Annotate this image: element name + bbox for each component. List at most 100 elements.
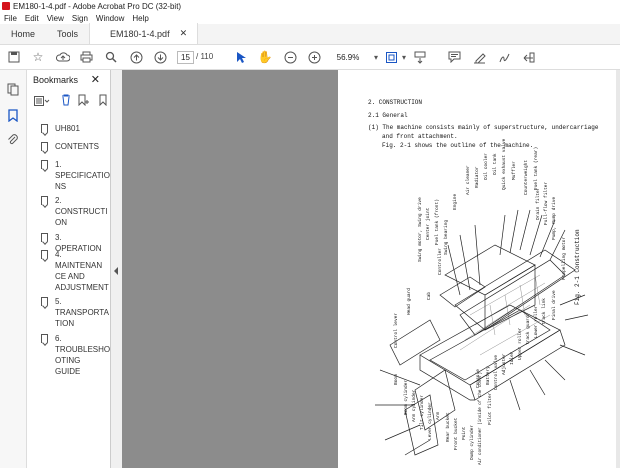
tab-bar: Home Tools EM180-1-4.pdf ✕ (0, 23, 620, 45)
figure-label: Swing motor, Swing drive (418, 197, 423, 262)
figure-label: Cab (427, 291, 432, 300)
figure-label: Battery (486, 366, 491, 385)
bookmark-label: 2. CONSTRUCTI ON (55, 196, 108, 227)
figure-label: Boom (394, 374, 399, 385)
bookmarks-panel: Bookmarks ✕ UH801 CONTENTS 1. SPECIFICATI… (27, 70, 111, 468)
hand-tool-icon[interactable]: ✋ (257, 49, 273, 65)
figure-label: Head guard (407, 287, 412, 315)
figure-label: Center joint (426, 207, 431, 240)
upload-icon[interactable] (55, 49, 71, 65)
figure-label: Final drive (552, 290, 557, 320)
figure-label: Control lever (394, 312, 399, 348)
figure-label: Fuel tank (front) (435, 199, 440, 245)
paragraph-line: Fig. 2-1 shows the outline of the machin… (382, 142, 534, 149)
figure-label: Dump cylinder (470, 424, 475, 460)
comment-icon[interactable] (446, 49, 462, 65)
page-number-input[interactable]: 15 (177, 51, 194, 64)
pdf-page: 2. CONSTRUCTION 2.1 General (1) The mach… (338, 70, 620, 468)
bookmark-label: CONTENTS (55, 142, 99, 151)
paragraph-line: and front attachment. (382, 133, 458, 140)
bookmark-label: UH801 (55, 124, 80, 133)
previous-page-icon[interactable] (128, 49, 144, 65)
figure-label: Engine (453, 193, 458, 210)
tab-home[interactable]: Home (0, 23, 46, 44)
fit-dropdown-icon[interactable]: ▾ (396, 49, 412, 65)
figure-label: Muffler (512, 161, 517, 180)
bookmarks-header: Bookmarks ✕ (27, 70, 110, 90)
figure-label: Control valve (494, 354, 499, 390)
page-heading: 2. CONSTRUCTION (368, 99, 423, 106)
vertical-scrollbar[interactable] (616, 70, 620, 468)
page-thumbnails-icon[interactable] (6, 82, 20, 96)
figure-label: Swing bearing (444, 219, 449, 255)
zoom-out-icon[interactable] (282, 49, 298, 65)
menu-file[interactable]: File (4, 14, 17, 23)
bookmark-icon (41, 233, 48, 242)
options-menu-icon[interactable] (34, 95, 50, 109)
menu-sign[interactable]: Sign (72, 14, 88, 23)
figure-label: Rear bucket (446, 412, 451, 442)
figure-caption: Fig. 2-1 Construction (574, 229, 581, 305)
menu-help[interactable]: Help (132, 14, 148, 23)
panel-splitter[interactable] (111, 70, 122, 468)
window-title: EM180-1-4.pdf - Adobe Acrobat Pro DC (32… (13, 1, 182, 11)
figure-label: Fuel tank (rear) (534, 146, 539, 190)
collapse-panel-icon[interactable] (114, 267, 118, 275)
bookmark-icon (41, 160, 48, 169)
new-bookmark-icon[interactable] (78, 94, 90, 109)
figure-label: Full-flow filter (544, 181, 549, 225)
tab-document[interactable]: EM180-1-4.pdf ✕ (89, 23, 199, 44)
figure-label: Front bucket (454, 417, 459, 450)
figure-label: Upper roller (518, 327, 523, 360)
figure-label: Adjuster (502, 353, 507, 375)
figure-label: Drain filter (536, 187, 541, 220)
zoom-level[interactable]: 56.9% (328, 51, 368, 64)
figure-label: Idler (510, 351, 515, 365)
zoom-dropdown-icon[interactable]: ▾ (368, 49, 384, 65)
next-page-icon[interactable] (152, 49, 168, 65)
menu-view[interactable]: View (47, 14, 64, 23)
zoom-in-icon[interactable] (306, 49, 322, 65)
paragraph-line: (1) The machine consists mainly of super… (368, 124, 599, 131)
delete-bookmark-icon[interactable] (61, 94, 71, 109)
close-tab-icon[interactable]: ✕ (180, 28, 188, 39)
figure-label: Air conditioner (inside of the cover) (479, 372, 483, 465)
attachments-icon[interactable] (6, 133, 20, 147)
figure-label: Controller (438, 247, 443, 275)
star-icon[interactable]: ☆ (30, 49, 46, 65)
close-panel-icon[interactable]: ✕ (91, 73, 100, 86)
acrobat-logo-icon (2, 2, 10, 10)
figure-label: Track link (542, 297, 547, 325)
share-link-icon[interactable] (520, 49, 536, 65)
scroll-mode-icon[interactable] (412, 49, 428, 65)
document-viewer[interactable]: 2. CONSTRUCTION 2.1 General (1) The mach… (122, 70, 620, 468)
menu-window[interactable]: Window (96, 14, 124, 23)
figure-label: Boom cylinder (404, 379, 409, 415)
save-icon[interactable] (6, 49, 22, 65)
bookmark-icon (41, 196, 48, 205)
bookmark-label: 6. TROUBLESHO OTING GUIDE (55, 334, 111, 376)
figure-label: Propelling motor (562, 236, 567, 280)
toolbar: ☆ 15 / 110 ✋ 56.9% ▾ ▾ (0, 45, 620, 70)
print-icon[interactable] (78, 49, 94, 65)
figure-label: Tilt cylinder (420, 394, 425, 430)
page-total: / 110 (196, 52, 214, 61)
expand-bookmark-icon[interactable] (99, 94, 107, 109)
tab-document-label: EM180-1-4.pdf (110, 28, 170, 39)
bookmark-label: 1. SPECIFICATIO NS (55, 160, 110, 191)
bookmarks-panel-icon[interactable] (6, 108, 20, 122)
figure-label: Arm cylinder (412, 389, 417, 422)
sign-icon[interactable] (496, 49, 512, 65)
figure-label: Track guard (526, 315, 531, 345)
bookmark-label: 4. MAINTENAN CE AND ADJUSTMENT (55, 250, 109, 292)
figure-label: Quick exhaust valve (502, 138, 507, 190)
search-icon[interactable] (103, 49, 119, 65)
highlight-pen-icon[interactable] (471, 49, 487, 65)
bookmarks-title: Bookmarks (33, 75, 79, 85)
select-cursor-icon[interactable] (233, 49, 249, 65)
bookmark-icon (41, 334, 48, 343)
figure-label: Point (462, 426, 467, 440)
tab-tools[interactable]: Tools (46, 23, 89, 44)
figure-label: Lower roller (534, 305, 539, 338)
menu-edit[interactable]: Edit (25, 14, 39, 23)
